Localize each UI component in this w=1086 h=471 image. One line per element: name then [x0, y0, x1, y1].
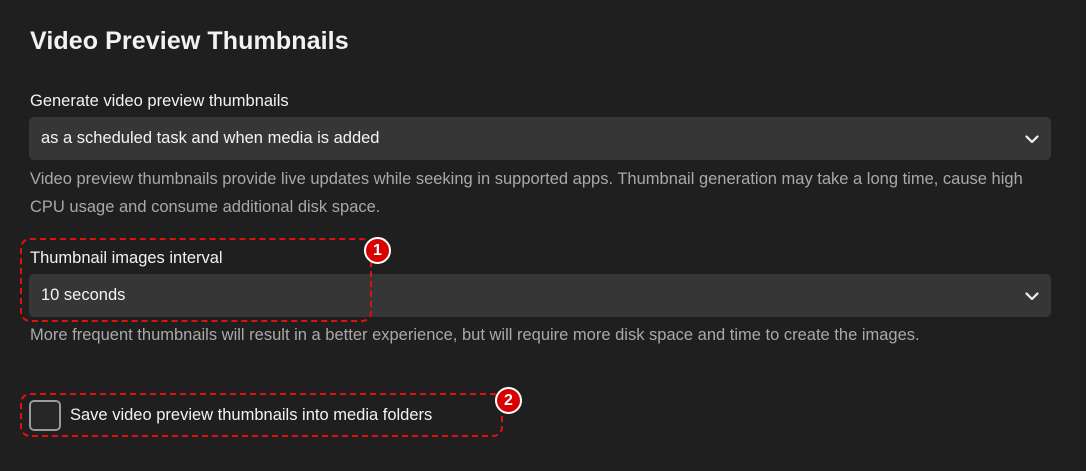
annotation-badge-1: 1	[364, 237, 391, 264]
generate-thumbnails-select[interactable]: as a scheduled task and when media is ad…	[29, 117, 1051, 160]
section-title: Video Preview Thumbnails	[30, 27, 349, 55]
chevron-down-icon	[1025, 135, 1039, 144]
settings-page: Video Preview Thumbnails Generate video …	[0, 0, 1086, 471]
interval-help: More frequent thumbnails will result in …	[30, 326, 920, 344]
annotation-box-2	[20, 393, 503, 437]
generate-thumbnails-value: as a scheduled task and when media is ad…	[41, 129, 380, 147]
generate-thumbnails-label: Generate video preview thumbnails	[30, 92, 289, 110]
chevron-down-icon	[1025, 292, 1039, 301]
annotation-badge-2: 2	[495, 387, 522, 414]
annotation-box-1	[20, 238, 372, 322]
generate-thumbnails-help: Video preview thumbnails provide live up…	[30, 170, 1023, 216]
